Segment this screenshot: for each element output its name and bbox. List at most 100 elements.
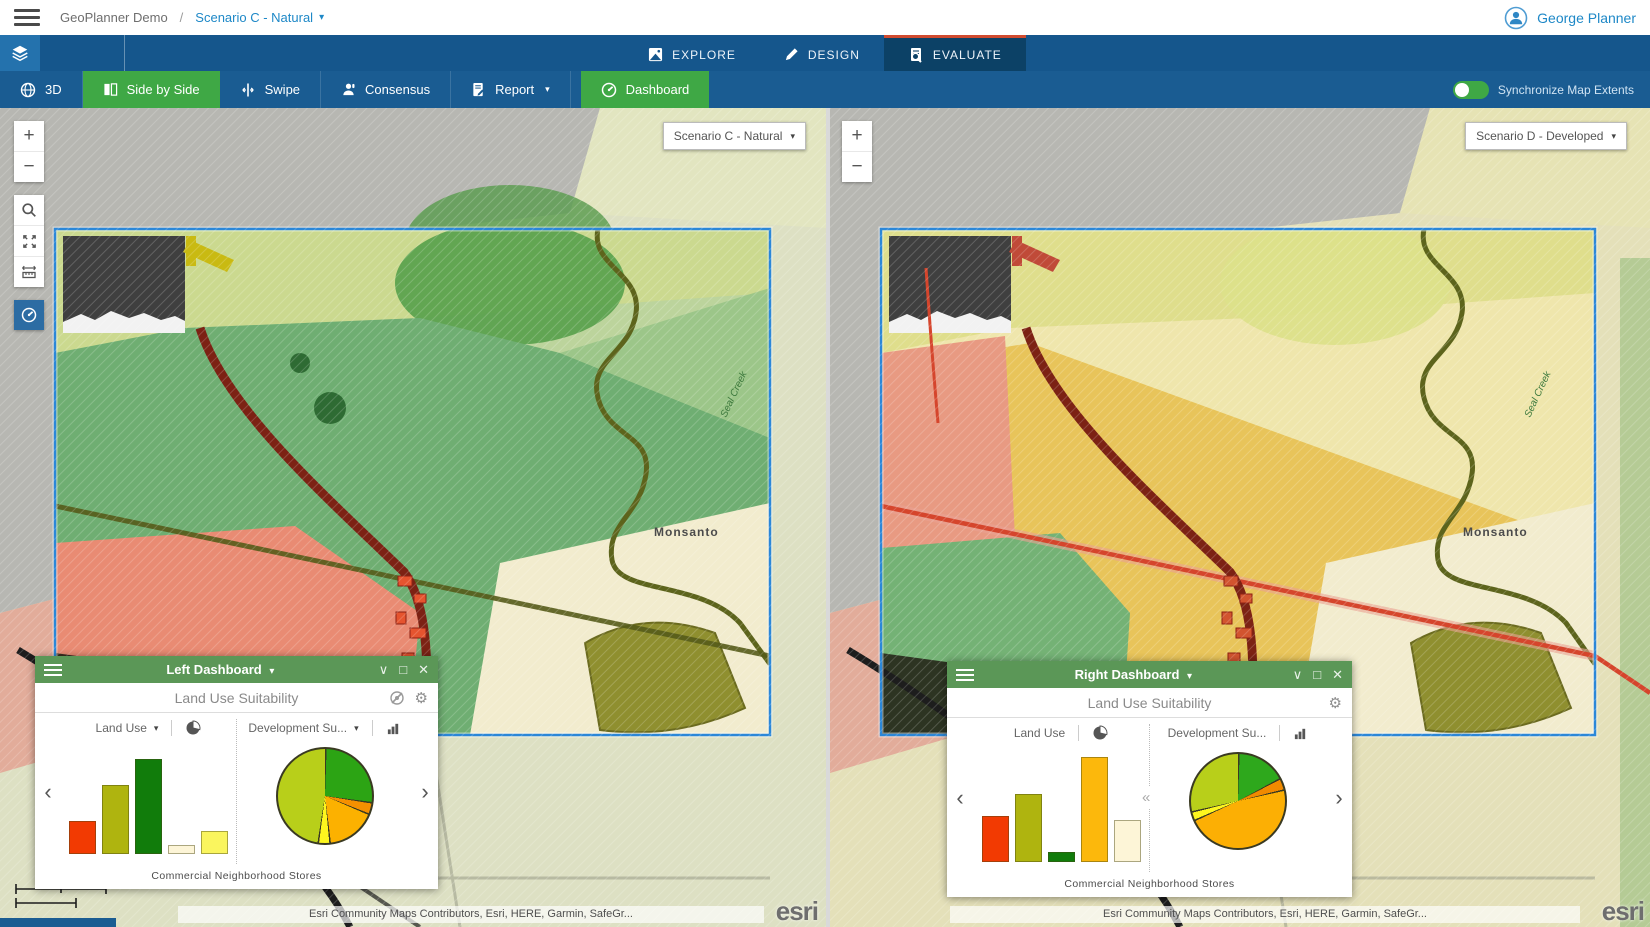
collapse-icon[interactable]: ∨ [1293,667,1303,683]
right-dashboard-header: Right Dashboard ▾ ∨ □ ✕ [947,661,1352,688]
land-use-selector[interactable]: Land Use [1014,726,1065,740]
right-dashboard-title-menu[interactable]: Right Dashboard ▾ [974,667,1293,682]
collapse-icon[interactable]: ∨ [379,662,389,678]
chevron-down-icon: ▾ [790,131,795,142]
synchronize-map-extents-label: Synchronize Map Extents [1498,83,1634,97]
zoom-out-button[interactable]: − [842,152,872,182]
side-by-side-button[interactable]: Side by Side [83,71,220,108]
right-scenario-value: Scenario D - Developed [1476,129,1603,143]
user-name: George Planner [1537,10,1636,26]
zoom-in-button[interactable]: + [14,121,44,152]
chevron-down-icon: ▾ [1187,671,1192,682]
chevron-down-icon: ▾ [269,666,274,677]
chevron-down-icon: ▾ [154,723,159,734]
development-suitability-selector[interactable]: Development Su... [1168,726,1267,740]
town-label: Monsanto [654,525,719,539]
synchronize-map-extents-toggle[interactable] [1453,81,1489,99]
chevron-down-icon: ▾ [354,723,359,734]
layers-icon [11,44,29,62]
land-use-card: Land Use [973,718,1149,878]
tab-explore-label: EXPLORE [672,48,736,62]
scenario-breadcrumb-menu[interactable]: Scenario C - Natural ▾ [195,10,324,25]
dashboard-tool-button[interactable] [14,300,44,330]
left-scenario-value: Scenario C - Natural [674,129,783,143]
development-suitability-selector[interactable]: Development Su... [248,721,347,735]
development-suitability-card: Development Su... [1150,718,1326,878]
widget-title: Land Use Suitability [1088,695,1212,711]
next-indicator-button[interactable]: › [1326,718,1352,878]
left-dashboard-title: Left Dashboard [166,662,261,677]
3d-label: 3D [45,82,62,97]
bar-chart-icon[interactable] [386,721,401,736]
bottom-panel-edge [0,918,116,927]
side-by-side-icon [103,82,118,97]
hide-on-map-icon[interactable] [389,690,405,706]
zoom-out-button[interactable]: − [14,152,44,182]
dashboard-gauge-icon [601,82,617,98]
search-button[interactable] [14,195,44,226]
zoom-in-button[interactable]: + [842,121,872,152]
chevron-down-icon: ▾ [1611,131,1616,142]
evaluate-toolbar: 3D Side by Side Swipe Consensus Repo [0,71,1650,108]
user-menu[interactable]: George Planner [1504,6,1636,30]
esri-logo: esri [776,896,818,927]
dashboard-gauge-icon [21,307,37,323]
search-icon [21,202,37,218]
main-nav: EXPLORE DESIGN EVALUATE [0,35,1650,71]
next-indicator-button[interactable]: › [412,713,438,870]
report-label: Report [495,82,534,97]
tab-explore[interactable]: EXPLORE [624,35,760,71]
maximize-icon[interactable]: □ [1313,667,1321,683]
bar-chart-icon[interactable] [1293,726,1308,741]
report-button[interactable]: Report ▾ [451,71,571,108]
pie-chart-icon[interactable] [1092,725,1108,741]
consensus-label: Consensus [365,82,430,97]
full-extent-button[interactable] [14,226,44,257]
gear-icon[interactable]: ⚙ [415,689,428,707]
right-scenario-select[interactable]: Scenario D - Developed ▾ [1465,122,1627,150]
layers-button[interactable] [0,35,40,71]
widget-title: Land Use Suitability [175,690,299,706]
tab-design[interactable]: DESIGN [760,35,884,71]
left-dashboard-panel: Left Dashboard ▾ ∨ □ ✕ Land Use Suitabil… [35,656,438,889]
left-scenario-select[interactable]: Scenario C - Natural ▾ [663,122,806,150]
tab-evaluate[interactable]: EVALUATE [884,35,1026,71]
chart-subject-label: Commercial Neighborhood Stores [35,870,438,889]
app-title: GeoPlanner Demo [60,10,168,25]
swipe-button[interactable]: Swipe [220,71,321,108]
close-icon[interactable]: ✕ [1332,667,1343,683]
development-suitability-pie-chart [1189,752,1287,850]
right-map-attribution: Esri Community Maps Contributors, Esri, … [950,906,1580,923]
right-dashboard-panel: Right Dashboard ▾ ∨ □ ✕ Land Use Suitabi… [947,661,1352,897]
land-use-selector[interactable]: Land Use [96,721,147,735]
dashboard-button[interactable]: Dashboard [581,71,710,108]
consensus-icon [341,82,356,97]
left-dashboard-title-menu[interactable]: Left Dashboard ▾ [62,662,379,677]
report-icon [471,82,486,97]
pie-chart-icon[interactable] [185,720,201,736]
esri-logo: esri [1602,896,1644,927]
consensus-button[interactable]: Consensus [321,71,451,108]
maximize-icon[interactable]: □ [399,662,407,678]
prev-indicator-button[interactable]: ‹ [35,713,61,870]
tab-evaluate-label: EVALUATE [933,48,1002,62]
left-map-attribution: Esri Community Maps Contributors, Esri, … [178,906,764,923]
measure-button[interactable] [14,257,44,287]
dashboard-label: Dashboard [626,82,690,97]
explore-icon [648,47,663,62]
development-suitability-card: Development Su... ▾ [237,713,412,870]
gear-icon[interactable]: ⚙ [1329,694,1342,712]
globe-icon [20,82,36,98]
side-by-side-label: Side by Side [127,82,200,97]
expand-arrows-icon [22,234,37,249]
menu-icon[interactable] [14,9,40,26]
menu-icon[interactable] [956,669,974,681]
3d-button[interactable]: 3D [0,71,83,108]
close-icon[interactable]: ✕ [418,662,429,678]
breadcrumb-separator: / [180,10,184,25]
prev-indicator-button[interactable]: ‹ [947,718,973,878]
land-use-bar-chart [61,743,236,854]
tab-design-label: DESIGN [808,48,860,62]
menu-icon[interactable] [44,664,62,676]
chevron-down-icon: ▾ [319,12,324,23]
